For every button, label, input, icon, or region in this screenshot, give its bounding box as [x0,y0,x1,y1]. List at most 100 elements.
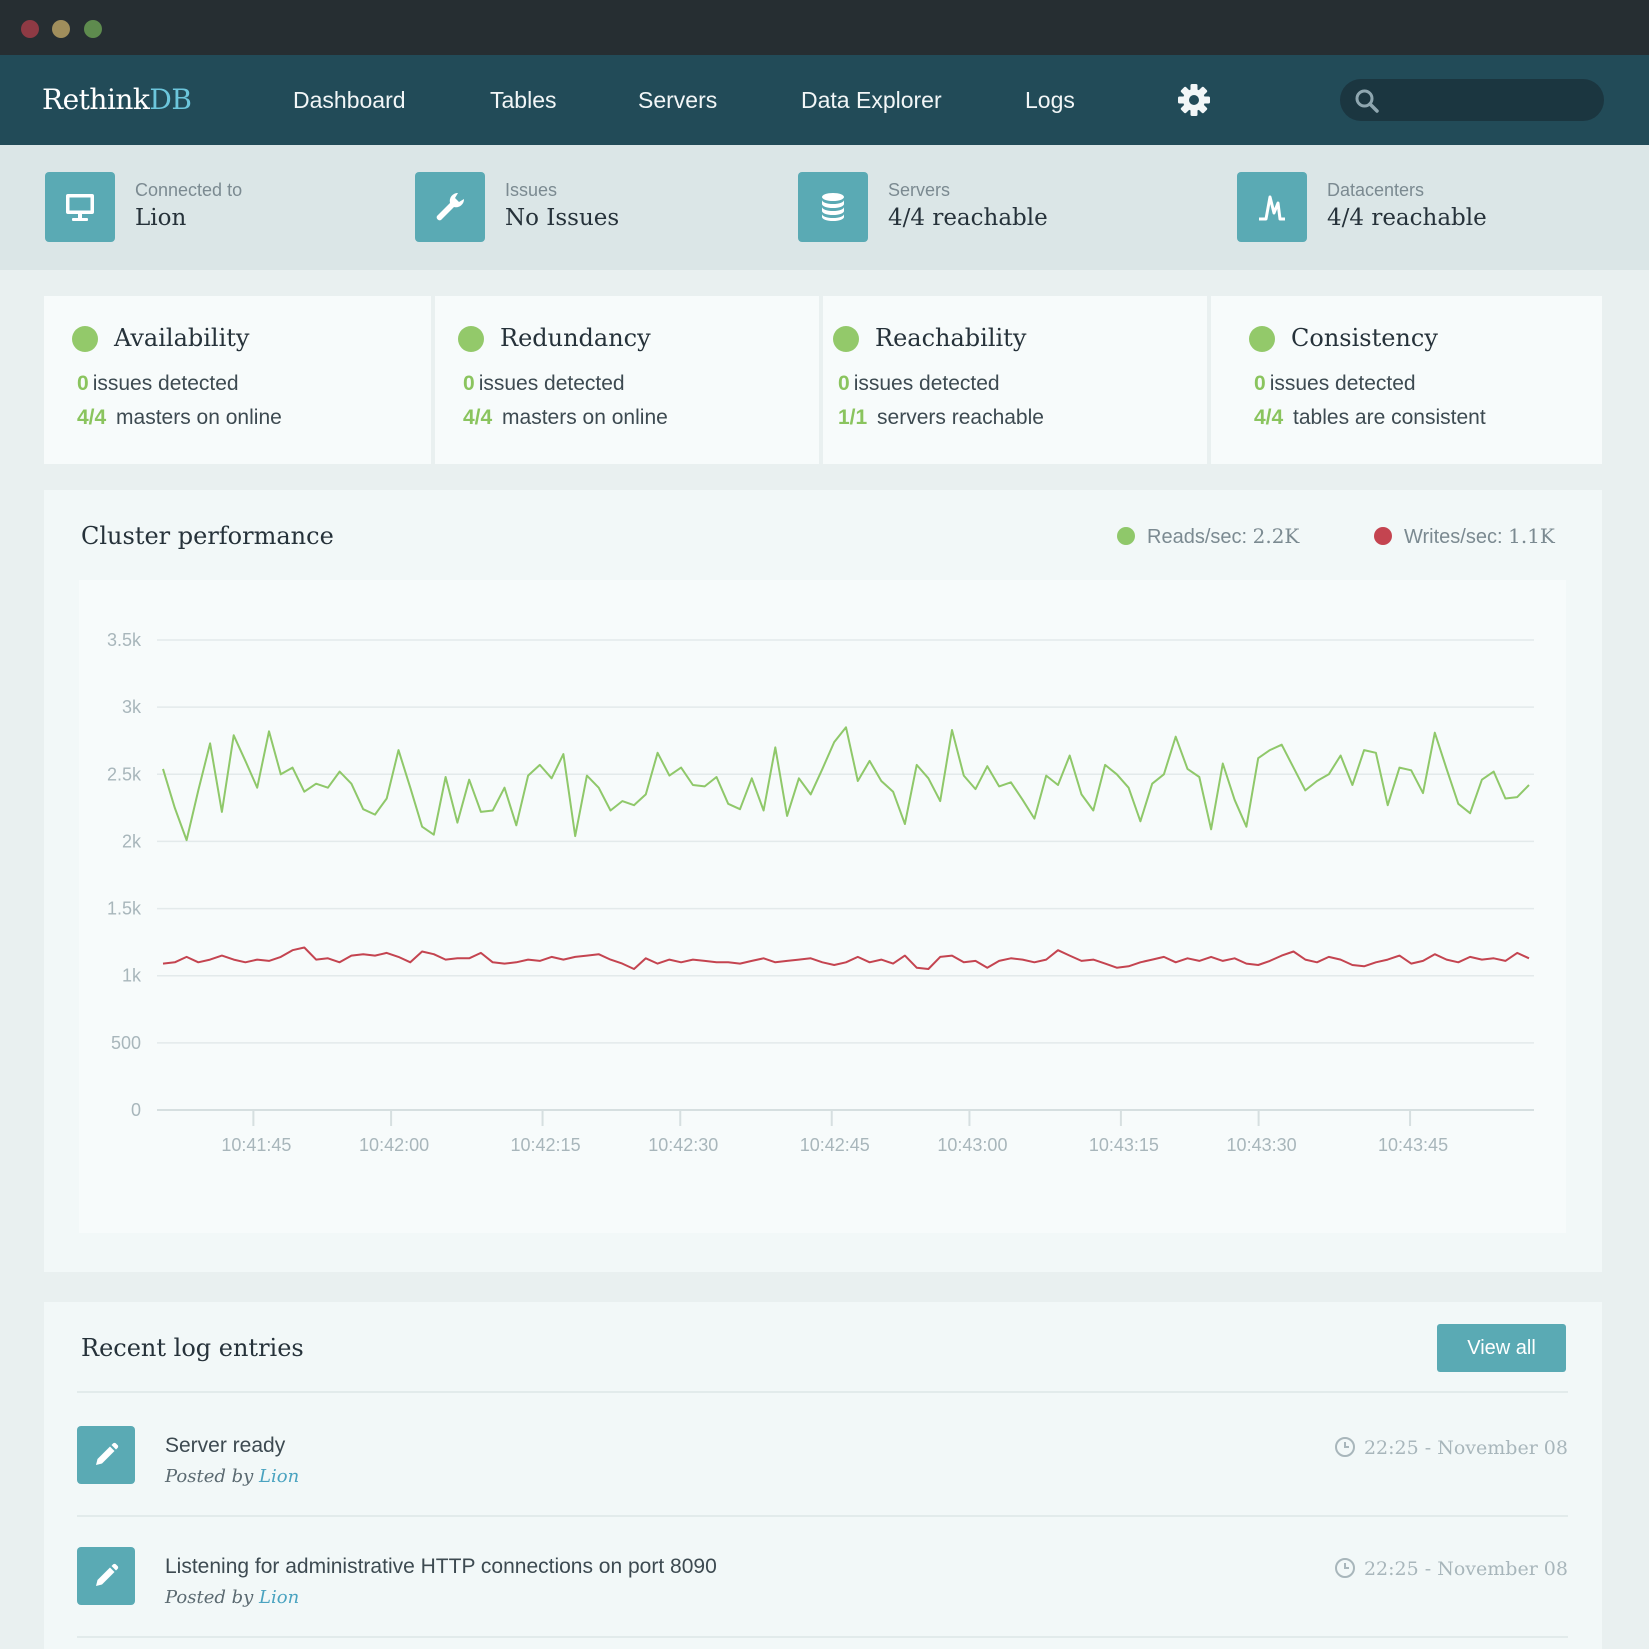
brand-main: Rethink [42,83,150,116]
y-tick-label: 2k [122,831,142,851]
status-value: 4/4 reachable [888,205,1048,231]
y-tick-label: 1.5k [107,899,142,919]
posted-by-label: Posted by [165,1587,254,1608]
writes-label: Writes/sec: [1404,526,1503,548]
log-time: 22:25 - November 08 [1363,1437,1568,1459]
x-tick-label: 10:42:45 [800,1135,870,1155]
legend-reads: Reads/sec: 2.2K [1117,524,1299,549]
ratio-text: servers reachable [877,406,1044,429]
issues-line: 0 issues detected [463,372,625,396]
panel-title: Cluster performance [81,522,334,550]
ratio-value: 1/1 [838,406,868,429]
top-navbar: RethinkDB Dashboard Tables Servers Data … [0,55,1649,145]
monitor-icon [45,172,115,242]
writes-value: 1.1K [1508,524,1555,548]
log-entry: Listening for administrative HTTP connec… [77,1547,1568,1637]
writes-color-dot [1374,527,1392,545]
x-tick-label: 10:41:45 [221,1135,291,1155]
cluster-performance-panel: Cluster performance Reads/sec: 2.2K Writ… [44,490,1602,1272]
log-posted-by: Posted by Lion [165,1587,299,1608]
log-message: Listening for administrative HTTP connec… [165,1555,717,1578]
divider [77,1515,1568,1517]
nav-data-explorer[interactable]: Data Explorer [801,87,942,114]
legend-writes: Writes/sec: 1.1K [1374,524,1555,549]
search-icon [1355,89,1379,113]
writes-series-line [162,946,1530,970]
issues-text: issues detected [853,372,1000,395]
performance-chart: 0 500 1k 1.5k 2k 2.5k 3k 3.5k 10:41:45 10:42:00 10… [79,580,1566,1233]
x-tick-label: 10:43:30 [1227,1135,1297,1155]
reads-value: 2.2K [1252,524,1300,548]
issues-count: 0 [463,372,475,395]
search-input[interactable] [1340,79,1604,121]
divider [77,1636,1568,1638]
ratio-line: 1/1 servers reachable [838,406,1044,430]
reachability-card: Reachability 0 issues detected 1/1 server… [823,296,1207,464]
y-tick-label: 500 [111,1033,141,1053]
log-message: Server ready [165,1434,286,1457]
y-tick-label: 2.5k [107,764,142,784]
ratio-value: 4/4 [1254,406,1284,429]
brand-accent: DB [149,83,192,116]
performance-chart-svg: 0 500 1k 1.5k 2k 2.5k 3k 3.5k 10:41:45 10:42:00 10… [107,630,1534,1155]
ratio-text: masters on online [502,406,668,429]
ratio-value: 4/4 [463,406,493,429]
health-cards: Availability 0 issues detected 4/4 master… [44,296,1602,464]
view-all-button[interactable]: View all [1437,1324,1566,1372]
y-tick-label: 0 [131,1100,141,1120]
redundancy-card: Redundancy 0 issues detected 4/4 masters … [435,296,819,464]
log-posted-by: Posted by Lion [165,1466,299,1487]
status-ok-indicator [72,326,98,352]
issues-text: issues detected [92,372,239,395]
cluster-status-bar: Connected to Lion Issues No Issues Serve… [0,145,1649,270]
log-author-link[interactable]: Lion [259,1466,299,1487]
nav-tables[interactable]: Tables [490,87,556,114]
minimize-window-button[interactable] [52,20,70,38]
brand-logo[interactable]: RethinkDB [42,83,192,116]
x-tick-label: 10:43:00 [937,1135,1007,1155]
close-window-button[interactable] [21,20,39,38]
issues-text: issues detected [478,372,625,395]
pencil-icon [77,1547,135,1605]
x-tick-label: 10:43:15 [1089,1135,1159,1155]
recent-logs-panel: Recent log entries View all Server ready… [44,1302,1602,1649]
status-value: No Issues [505,205,620,231]
pencil-icon [77,1426,135,1484]
nav-logs[interactable]: Logs [1025,87,1075,114]
ratio-text: masters on online [116,406,282,429]
log-author-link[interactable]: Lion [259,1587,299,1608]
x-tick-label: 10:42:15 [511,1135,581,1155]
ratio-text: tables are consistent [1293,406,1486,429]
status-label: Connected to [135,180,243,200]
status-label: Servers [888,180,951,200]
issues-line: 0 issues detected [1254,372,1416,396]
maximize-window-button[interactable] [84,20,102,38]
nav-dashboard[interactable]: Dashboard [293,87,406,114]
status-ok-indicator [458,326,484,352]
card-title: Redundancy [500,324,651,352]
nav-servers[interactable]: Servers [638,87,717,114]
issues-count: 0 [838,372,850,395]
gear-icon[interactable] [1176,82,1212,118]
status-value: 4/4 reachable [1327,205,1487,231]
status-ok-indicator [833,326,859,352]
status-ok-indicator [1249,326,1275,352]
status-value: Lion [135,205,187,231]
reads-label: Reads/sec: [1147,526,1248,548]
card-title: Consistency [1291,324,1438,352]
y-tick-label: 1k [122,966,142,986]
panel-title: Recent log entries [81,1334,304,1362]
issues-count: 0 [77,372,89,395]
x-tick-label: 10:43:45 [1378,1135,1448,1155]
window-titlebar [0,0,1649,55]
status-label: Issues [505,180,558,200]
y-tick-label: 3.5k [107,630,142,650]
x-tick-label: 10:42:00 [359,1135,429,1155]
clock-icon [1334,1437,1355,1457]
issues-line: 0 issues detected [838,372,1000,396]
ratio-value: 4/4 [77,406,107,429]
clock-icon [1334,1558,1355,1578]
log-time: 22:25 - November 08 [1363,1558,1568,1580]
log-entry: Server ready Posted by Lion 22:25 - Nove… [77,1426,1568,1516]
card-title: Availability [114,324,250,352]
